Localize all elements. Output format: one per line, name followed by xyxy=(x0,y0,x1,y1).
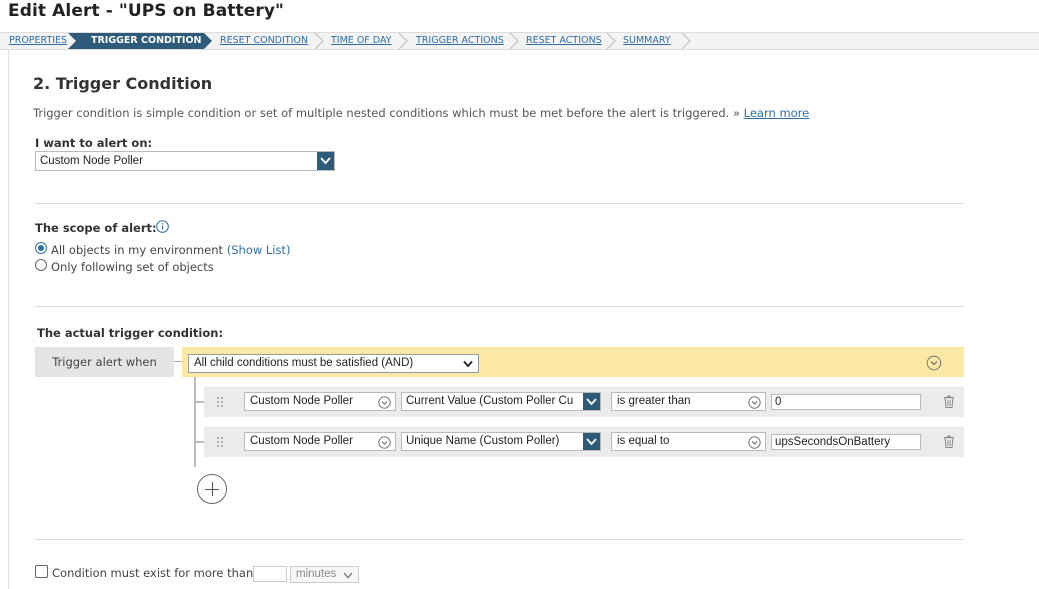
condition-field-select[interactable]: Unique Name (Custom Poller) xyxy=(401,432,601,451)
description-text: Trigger condition is simple condition or… xyxy=(33,106,730,120)
condition-operator-select[interactable]: is greater than xyxy=(611,392,766,411)
duration-unit-value: minutes xyxy=(296,568,337,580)
show-list-link[interactable]: (Show List) xyxy=(227,243,291,257)
logic-value: All child conditions must be satisfied (… xyxy=(194,357,414,369)
step-summary[interactable]: SUMMARY xyxy=(623,33,671,49)
condition-object-value: Custom Node Poller xyxy=(250,435,353,447)
scope-option-following-label: Only following set of objects xyxy=(51,260,214,274)
content-left-border xyxy=(8,50,9,589)
learn-more-prefix: » xyxy=(732,106,740,120)
step-separator-icon xyxy=(606,33,616,49)
step-active-arrow-icon xyxy=(204,33,212,49)
condition-field-select[interactable]: Current Value (Custom Poller Cu xyxy=(401,392,601,411)
chevron-down-icon xyxy=(320,157,331,165)
chevron-down-icon xyxy=(463,360,473,368)
divider xyxy=(35,306,964,307)
alert-on-select[interactable]: Custom Node Poller xyxy=(35,151,335,171)
trash-icon[interactable] xyxy=(943,435,955,448)
step-separator-icon xyxy=(314,33,324,49)
chevron-down-icon xyxy=(586,398,597,406)
drag-handle-icon[interactable] xyxy=(216,396,224,408)
condition-field-value: Current Value (Custom Poller Cu xyxy=(406,395,574,407)
condition-object-select[interactable]: Custom Node Poller xyxy=(244,392,396,411)
condition-duration-label: Condition must exist for more than xyxy=(52,566,254,580)
duration-amount-input[interactable] xyxy=(253,566,287,582)
step-separator-icon xyxy=(398,33,408,49)
condition-field-value: Unique Name (Custom Poller) xyxy=(406,435,560,447)
trash-icon[interactable] xyxy=(943,395,955,408)
add-condition-button[interactable] xyxy=(197,474,227,504)
duration-unit-select[interactable]: minutes xyxy=(290,566,359,583)
step-reset-actions[interactable]: RESET ACTIONS xyxy=(526,33,602,49)
step-separator-icon xyxy=(509,33,519,49)
dropdown-button[interactable] xyxy=(317,152,334,170)
condition-value-input[interactable]: 0 xyxy=(771,394,921,410)
step-separator-icon xyxy=(681,33,691,49)
trigger-when-label: Trigger alert when xyxy=(35,347,174,377)
alert-on-value: Custom Node Poller xyxy=(40,155,143,167)
step-active-notch-icon xyxy=(68,33,78,49)
tree-line xyxy=(194,377,196,467)
chevron-circle-down-icon xyxy=(748,396,761,409)
condition-value-input[interactable]: upsSecondsOnBattery xyxy=(771,434,921,450)
step-trigger-actions[interactable]: TRIGGER ACTIONS xyxy=(416,33,504,49)
scope-option-all: All objects in my environment (Show List… xyxy=(51,243,290,257)
section-title: 2. Trigger Condition xyxy=(33,74,213,93)
chevron-down-icon xyxy=(586,438,597,446)
logic-select[interactable]: All child conditions must be satisfied (… xyxy=(188,354,479,373)
condition-row: Custom Node Poller Current Value (Custom… xyxy=(204,387,964,417)
chevron-circle-down-icon xyxy=(748,436,761,449)
trigger-label: The actual trigger condition: xyxy=(37,326,224,340)
dropdown-button[interactable] xyxy=(583,433,600,450)
scope-radio-following[interactable] xyxy=(35,259,47,271)
chevron-circle-down-icon xyxy=(378,396,391,409)
learn-more-link[interactable]: Learn more xyxy=(744,106,810,120)
condition-object-value: Custom Node Poller xyxy=(250,395,353,407)
info-icon[interactable] xyxy=(156,220,169,233)
condition-duration-checkbox[interactable] xyxy=(35,565,48,578)
condition-operator-select[interactable]: is equal to xyxy=(611,432,766,451)
section-description: Trigger condition is simple condition or… xyxy=(33,106,809,120)
step-time-of-day[interactable]: TIME OF DAY xyxy=(331,33,392,49)
scope-radio-all[interactable] xyxy=(35,242,47,254)
chevron-down-icon xyxy=(343,572,353,579)
alert-on-label: I want to alert on: xyxy=(35,136,153,150)
drag-handle-icon[interactable] xyxy=(216,436,224,448)
condition-row: Custom Node Poller Unique Name (Custom P… xyxy=(204,427,964,457)
divider xyxy=(35,203,964,204)
step-properties[interactable]: PROPERTIES xyxy=(9,33,67,49)
chevron-circle-down-icon xyxy=(378,436,391,449)
scope-label: The scope of alert: xyxy=(35,221,157,235)
step-reset-condition[interactable]: RESET CONDITION xyxy=(220,33,308,49)
condition-object-select[interactable]: Custom Node Poller xyxy=(244,432,396,451)
condition-operator-value: is greater than xyxy=(617,395,691,407)
page-title: Edit Alert - "UPS on Battery" xyxy=(8,1,284,21)
condition-operator-value: is equal to xyxy=(617,435,670,447)
step-trigger-condition[interactable]: TRIGGER CONDITION xyxy=(77,33,204,49)
divider xyxy=(35,539,964,540)
collapse-group-icon[interactable] xyxy=(926,355,942,371)
dropdown-button[interactable] xyxy=(583,393,600,410)
scope-option-all-label: All objects in my environment xyxy=(51,243,224,257)
wizard-steps: PROPERTIES TRIGGER CONDITION RESET CONDI… xyxy=(0,32,1039,50)
